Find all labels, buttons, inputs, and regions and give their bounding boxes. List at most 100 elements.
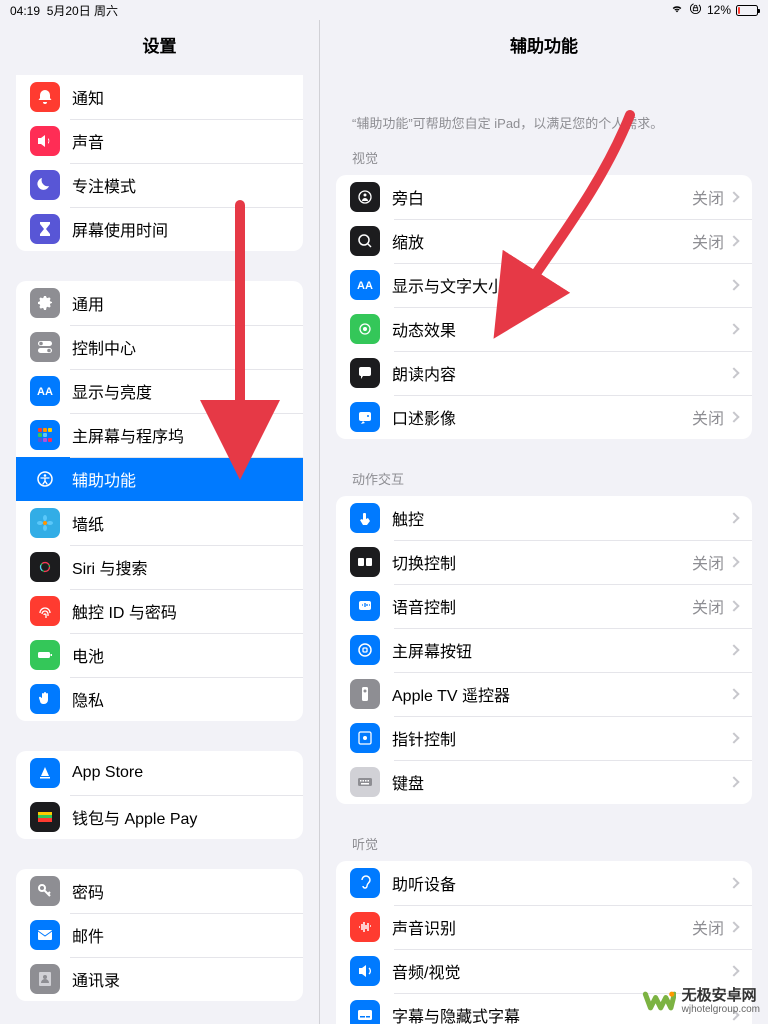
keyboard-icon: [350, 767, 380, 797]
pointer-icon: [350, 723, 380, 753]
sidebar-item-general[interactable]: 通用: [16, 281, 303, 325]
detail-row-keyboard[interactable]: 键盘: [336, 760, 752, 804]
hourglass-icon: [30, 214, 60, 244]
row-label: 触控 ID 与密码: [72, 599, 289, 623]
row-label: 口述影像: [392, 405, 692, 429]
sidebar-item-sounds[interactable]: 声音: [16, 119, 303, 163]
detail-title: 辅助功能: [320, 20, 768, 75]
sidebar-item-battery[interactable]: 电池: [16, 633, 303, 677]
row-value: 关闭: [692, 185, 724, 209]
sidebar-item-wallpaper[interactable]: 墙纸: [16, 501, 303, 545]
detail-row-homebtn[interactable]: 主屏幕按钮: [336, 628, 752, 672]
figure-icon: [30, 464, 60, 494]
battery-icon: [30, 640, 60, 670]
homebtn-icon: [350, 635, 380, 665]
tap-icon: [350, 503, 380, 533]
row-label: 动态效果: [392, 317, 730, 341]
detail-group: 触控切换控制关闭语音控制关闭主屏幕按钮Apple TV 遥控器指针控制键盘: [336, 496, 752, 804]
audiovis-icon: [350, 956, 380, 986]
status-time: 04:19: [10, 4, 40, 18]
watermark-text-en: wjhotelgroup.com: [682, 1004, 760, 1016]
wifi-icon: [670, 3, 684, 18]
row-label: 墙纸: [72, 511, 289, 535]
sidebar-item-wallet[interactable]: 钱包与 Apple Pay: [16, 795, 303, 839]
detail-row-spoken[interactable]: 朗读内容: [336, 351, 752, 395]
chevron-right-icon: [728, 235, 739, 246]
detail-row-motion[interactable]: 动态效果: [336, 307, 752, 351]
chevron-right-icon: [728, 600, 739, 611]
row-label: 切换控制: [392, 550, 692, 574]
status-bar: 04:19 5月20日 周六 12%: [0, 0, 768, 20]
detail-row-switch[interactable]: 切换控制关闭: [336, 540, 752, 584]
sidebar-item-mail[interactable]: 邮件: [16, 913, 303, 957]
row-label: 朗读内容: [392, 361, 730, 385]
row-label: 辅助功能: [72, 467, 289, 491]
appstore-icon: [30, 758, 60, 788]
detail-row-appletv[interactable]: Apple TV 遥控器: [336, 672, 752, 716]
sidebar-item-touchid[interactable]: 触控 ID 与密码: [16, 589, 303, 633]
chevron-right-icon: [728, 512, 739, 523]
detail-row-pointer[interactable]: 指针控制: [336, 716, 752, 760]
sidebar-item-screentime[interactable]: 屏幕使用时间: [16, 207, 303, 251]
sidebar-item-control[interactable]: 控制中心: [16, 325, 303, 369]
detail-pane: 辅助功能 “辅助功能”可帮助您自定 iPad，以满足您的个人需求。 视觉旁白关闭…: [320, 20, 768, 1024]
detail-row-touch[interactable]: 触控: [336, 496, 752, 540]
siri-icon: [30, 552, 60, 582]
chevron-right-icon: [728, 877, 739, 888]
detail-row-zoom[interactable]: 缩放关闭: [336, 219, 752, 263]
sidebar-item-siri[interactable]: Siri 与搜索: [16, 545, 303, 589]
row-label: 电池: [72, 643, 289, 667]
detail-row-soundrec[interactable]: 声音识别关闭: [336, 905, 752, 949]
row-value: 关闭: [692, 550, 724, 574]
detail-row-voiceover[interactable]: 旁白关闭: [336, 175, 752, 219]
row-label: 旁白: [392, 185, 692, 209]
section-header: 听觉: [352, 834, 736, 853]
key-icon: [30, 876, 60, 906]
sidebar-title: 设置: [0, 20, 319, 75]
row-value: 关闭: [692, 405, 724, 429]
waveform-icon: [350, 912, 380, 942]
row-label: Siri 与搜索: [72, 555, 289, 579]
sidebar-item-appstore[interactable]: App Store: [16, 751, 303, 795]
detail-row-textsize[interactable]: 显示与文字大小: [336, 263, 752, 307]
sidebar-item-contacts[interactable]: 通讯录: [16, 957, 303, 1001]
detail-row-voice[interactable]: 语音控制关闭: [336, 584, 752, 628]
chevron-right-icon: [728, 644, 739, 655]
row-label: 通讯录: [72, 967, 289, 991]
sidebar-item-notifications[interactable]: 通知: [16, 75, 303, 119]
row-value: 关闭: [692, 229, 724, 253]
aa-icon: [350, 270, 380, 300]
detail-row-hearing[interactable]: 助听设备: [336, 861, 752, 905]
row-label: 声音识别: [392, 915, 692, 939]
sidebar-item-display[interactable]: 显示与亮度: [16, 369, 303, 413]
chevron-right-icon: [728, 965, 739, 976]
ear-icon: [350, 868, 380, 898]
status-date: 5月20日 周六: [47, 4, 118, 18]
chevron-right-icon: [728, 323, 739, 334]
chevron-right-icon: [728, 191, 739, 202]
row-label: 显示与文字大小: [392, 273, 730, 297]
chevron-right-icon: [728, 367, 739, 378]
flower-icon: [30, 508, 60, 538]
chevron-right-icon: [728, 921, 739, 932]
sidebar-item-privacy[interactable]: 隐私: [16, 677, 303, 721]
row-label: 显示与亮度: [72, 379, 289, 403]
row-label: App Store: [72, 764, 289, 782]
watermark-logo-icon: [642, 984, 676, 1018]
zoom-icon: [350, 226, 380, 256]
row-label: 控制中心: [72, 335, 289, 359]
chevron-right-icon: [728, 732, 739, 743]
gear-icon: [30, 288, 60, 318]
sidebar: 设置 通知声音专注模式屏幕使用时间通用控制中心显示与亮度主屏幕与程序坞辅助功能墙…: [0, 20, 320, 1024]
fingerprint-icon: [30, 596, 60, 626]
detail-group: 旁白关闭缩放关闭显示与文字大小动态效果朗读内容口述影像关闭: [336, 175, 752, 439]
section-header: 视觉: [352, 148, 736, 167]
battery-icon: [736, 5, 758, 16]
sidebar-item-passwords[interactable]: 密码: [16, 869, 303, 913]
sidebar-item-accessibility[interactable]: 辅助功能: [16, 457, 303, 501]
sidebar-item-focus[interactable]: 专注模式: [16, 163, 303, 207]
row-label: 邮件: [72, 923, 289, 947]
switches-icon: [30, 332, 60, 362]
sidebar-item-home[interactable]: 主屏幕与程序坞: [16, 413, 303, 457]
detail-row-audiodesc[interactable]: 口述影像关闭: [336, 395, 752, 439]
